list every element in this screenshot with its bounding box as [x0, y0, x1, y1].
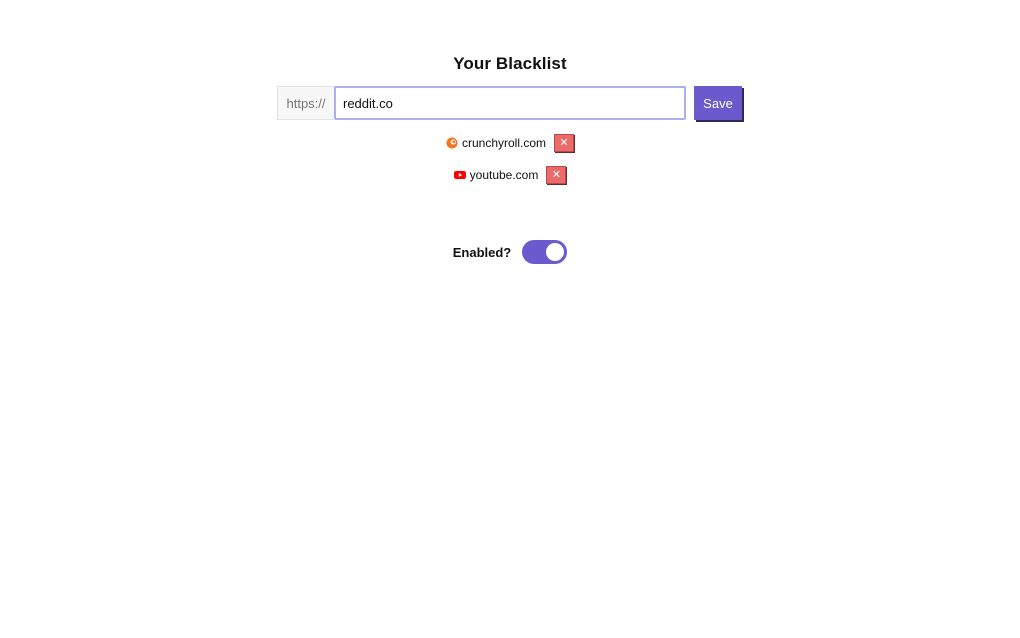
youtube-icon	[453, 169, 466, 181]
toggle-knob	[546, 243, 565, 261]
save-button[interactable]: Save	[694, 86, 742, 120]
list-item: youtube.com ✕	[453, 164, 567, 186]
page-title: Your Blacklist	[453, 54, 567, 73]
remove-button[interactable]: ✕	[554, 134, 575, 152]
remove-button[interactable]: ✕	[546, 166, 567, 184]
blacklist-list: crunchyroll.com ✕ youtube.com ✕	[0, 132, 1020, 186]
blacklist-page: Your Blacklist https:// Save crunchyroll…	[0, 0, 1020, 638]
blacklist-domain: youtube.com	[469, 168, 539, 182]
url-prefix: https://	[277, 86, 334, 120]
crunchyroll-icon	[446, 137, 458, 149]
list-item: crunchyroll.com ✕	[446, 132, 575, 154]
enabled-row: Enabled?	[0, 240, 1020, 264]
blacklist-domain: crunchyroll.com	[461, 136, 547, 150]
enabled-toggle[interactable]	[522, 240, 568, 264]
enabled-label: Enabled?	[452, 244, 512, 260]
url-input-row: https:// Save	[277, 86, 742, 120]
url-input[interactable]	[334, 86, 686, 120]
